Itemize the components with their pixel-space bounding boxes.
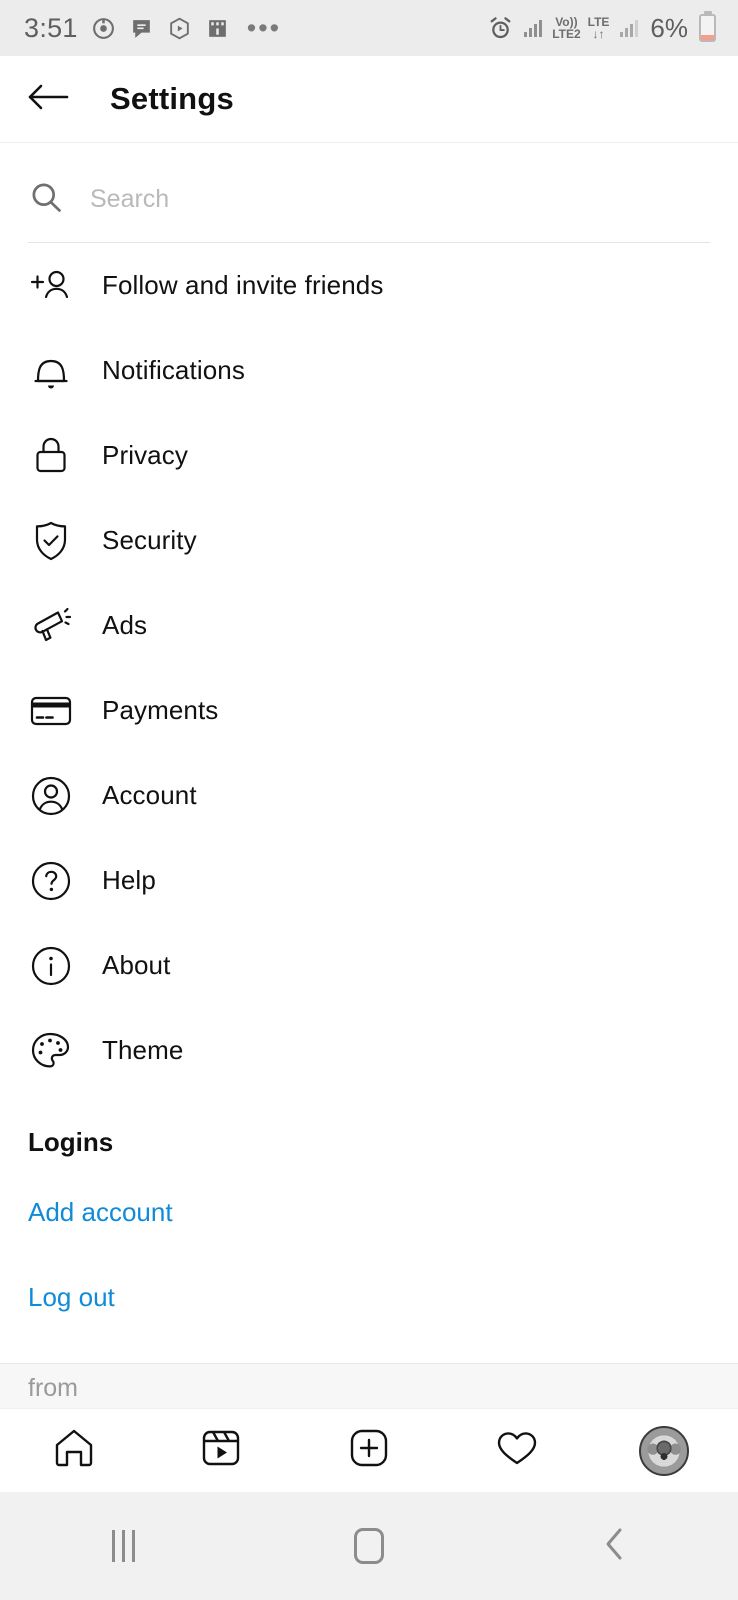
settings-item-about[interactable]: About [28,923,710,1008]
heart-icon [494,1425,540,1476]
volte-badge: Vo)) LTE2 [552,16,580,40]
log-out-label: Log out [28,1282,115,1312]
status-time: 3:51 [24,12,78,43]
person-circle-icon [28,773,74,819]
settings-item-label: Notifications [102,355,245,385]
shield-check-icon [28,518,74,564]
credit-card-icon [28,688,74,734]
status-bar: 3:51 ••• Vo)) LTE2 LTE ↓↑ 6% [0,0,738,56]
settings-item-label: Ads [102,610,148,640]
home-icon [51,1425,97,1476]
lte-badge: LTE ↓↑ [588,16,610,40]
back-chevron-icon [600,1525,630,1568]
search-icon [28,179,64,220]
play-badge-icon [167,16,192,41]
android-back-button[interactable] [560,1511,670,1581]
settings-item-follow-and-invite-friends[interactable]: Follow and invite friends [28,243,710,328]
add-account-label: Add account [28,1197,173,1227]
settings-item-label: Theme [102,1035,184,1065]
android-home-button[interactable] [314,1511,424,1581]
settings-item-ads[interactable]: Ads [28,583,710,668]
settings-item-label: Account [102,780,197,810]
battery-percent-label: 6% [650,12,688,43]
status-bar-right: Vo)) LTE2 LTE ↓↑ 6% [487,13,716,44]
settings-item-label: Payments [102,695,219,725]
volte-badge-bottom: LTE2 [552,27,581,41]
settings-list: Follow and invite friends Notifications … [0,243,738,1093]
arrow-left-icon [27,80,69,119]
settings-item-label: Follow and invite friends [102,270,384,300]
lte-badge-bottom: ↓↑ [592,27,605,41]
signal-bars-icon-2 [616,16,640,40]
battery-icon [699,14,716,42]
lock-icon [28,433,74,479]
tab-activity[interactable] [474,1419,560,1483]
tab-profile[interactable] [621,1419,707,1483]
bell-icon [28,348,74,394]
record-icon [91,16,116,41]
android-nav-bar [0,1492,738,1600]
reels-icon [198,1425,244,1476]
settings-item-label: About [102,950,171,980]
chat-bubble-icon [129,16,154,41]
settings-item-label: Security [102,525,197,555]
footer-from-section: from [0,1363,738,1408]
status-bar-left: 3:51 ••• [24,13,487,44]
recents-icon [111,1530,135,1562]
footer-from-label: from [28,1374,78,1402]
log-out-button[interactable]: Log out [0,1255,738,1340]
avatar [639,1425,690,1476]
settings-item-payments[interactable]: Payments [28,668,710,753]
search-section [0,143,738,243]
android-recents-button[interactable] [68,1511,178,1581]
app-header: Settings [0,56,738,143]
settings-item-privacy[interactable]: Privacy [28,413,710,498]
settings-item-label: Help [102,865,156,895]
tab-reels[interactable] [178,1419,264,1483]
page-title: Settings [110,81,234,116]
settings-item-help[interactable]: Help [28,838,710,923]
plus-square-icon [346,1425,392,1476]
info-circle-icon [28,943,74,989]
search-input[interactable] [90,185,710,214]
tab-create[interactable] [326,1419,412,1483]
add-account-button[interactable]: Add account [0,1170,738,1255]
home-pill-icon [354,1528,384,1564]
search-bar[interactable] [28,179,710,243]
tab-home[interactable] [31,1419,117,1483]
megaphone-icon [28,603,74,649]
settings-item-theme[interactable]: Theme [28,1008,710,1093]
question-circle-icon [28,858,74,904]
settings-item-security[interactable]: Security [28,498,710,583]
bottom-tab-bar [0,1408,738,1492]
settings-item-label: Privacy [102,440,188,470]
status-overflow-icon: ••• [246,12,282,43]
movie-clapper-icon [205,16,230,41]
settings-item-account[interactable]: Account [28,753,710,838]
signal-bars-icon-1 [521,16,545,40]
person-plus-icon [28,263,74,309]
logins-section-title: Logins [28,1127,114,1157]
palette-icon [28,1028,74,1074]
alarm-clock-icon [487,15,514,42]
settings-item-notifications[interactable]: Notifications [28,328,710,413]
back-button[interactable] [22,73,74,125]
